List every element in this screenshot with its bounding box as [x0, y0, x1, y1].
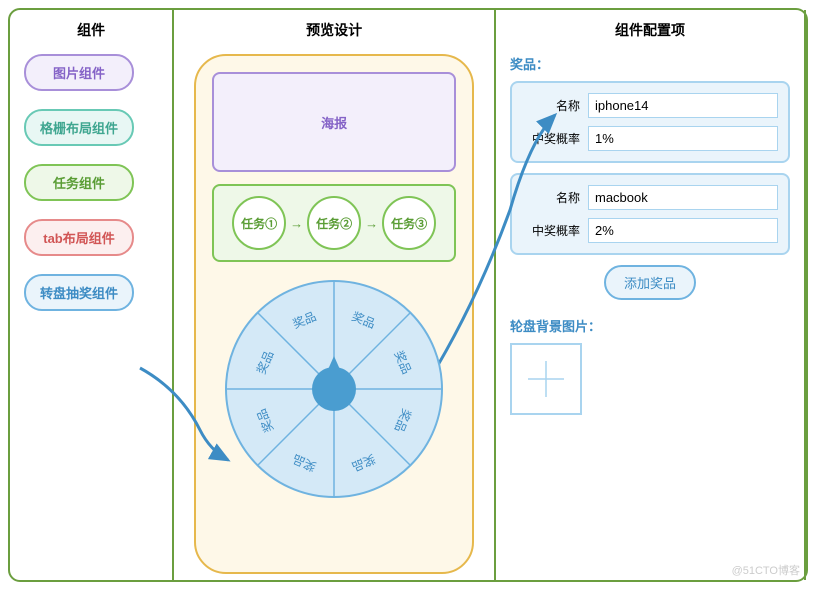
- prizes-label: 奖品：: [510, 54, 790, 73]
- poster-block[interactable]: 海报: [212, 72, 456, 172]
- layout-container: 组件 图片组件 格栅布局组件 任务组件 tab布局组件 转盘抽奖组件 预览设计 …: [8, 8, 808, 582]
- field-label: 中奖概率: [522, 130, 580, 147]
- wheel-block[interactable]: 奖品奖品 奖品奖品 奖品奖品 奖品奖品: [219, 274, 449, 504]
- components-panel: 组件 图片组件 格栅布局组件 任务组件 tab布局组件 转盘抽奖组件: [10, 10, 174, 580]
- task-circle: 任务①: [232, 196, 286, 250]
- field-label: 名称: [522, 189, 580, 206]
- upload-image-button[interactable]: [510, 343, 582, 415]
- arrow-icon: →: [290, 216, 303, 231]
- prize-prob-input[interactable]: [588, 218, 778, 243]
- arrow-icon: →: [365, 216, 378, 231]
- prize-name-input[interactable]: [588, 185, 778, 210]
- plus-icon: [526, 359, 566, 399]
- prize-name-input[interactable]: [588, 93, 778, 118]
- add-prize-button[interactable]: 添加奖品: [604, 265, 696, 300]
- prize-item: 名称 中奖概率: [510, 173, 790, 255]
- component-tab[interactable]: tab布局组件: [24, 219, 134, 256]
- preview-panel: 预览设计 海报 任务① → 任务② → 任务③ 奖品奖品 奖品奖品 奖品奖品 奖品奖…: [174, 10, 496, 580]
- config-panel: 组件配置项 奖品： 名称 中奖概率 名称 中奖概率 添加奖品 轮盘背景图片：: [496, 10, 806, 580]
- prize-prob-input[interactable]: [588, 126, 778, 151]
- phone-frame: 海报 任务① → 任务② → 任务③ 奖品奖品 奖品奖品 奖品奖品 奖品奖品: [194, 54, 474, 574]
- panel-title: 组件: [24, 20, 158, 40]
- bg-image-label: 轮盘背景图片：: [510, 316, 790, 335]
- component-task[interactable]: 任务组件: [24, 164, 134, 201]
- task-circle: 任务②: [307, 196, 361, 250]
- tasks-block[interactable]: 任务① → 任务② → 任务③: [212, 184, 456, 262]
- component-wheel[interactable]: 转盘抽奖组件: [24, 274, 134, 311]
- prize-item: 名称 中奖概率: [510, 81, 790, 163]
- task-circle: 任务③: [382, 196, 436, 250]
- panel-title: 组件配置项: [510, 20, 790, 40]
- component-image[interactable]: 图片组件: [24, 54, 134, 91]
- panel-title: 预览设计: [188, 20, 480, 40]
- field-label: 中奖概率: [522, 222, 580, 239]
- watermark: @51CTO博客: [732, 562, 800, 578]
- component-grid[interactable]: 格栅布局组件: [24, 109, 134, 146]
- field-label: 名称: [522, 97, 580, 114]
